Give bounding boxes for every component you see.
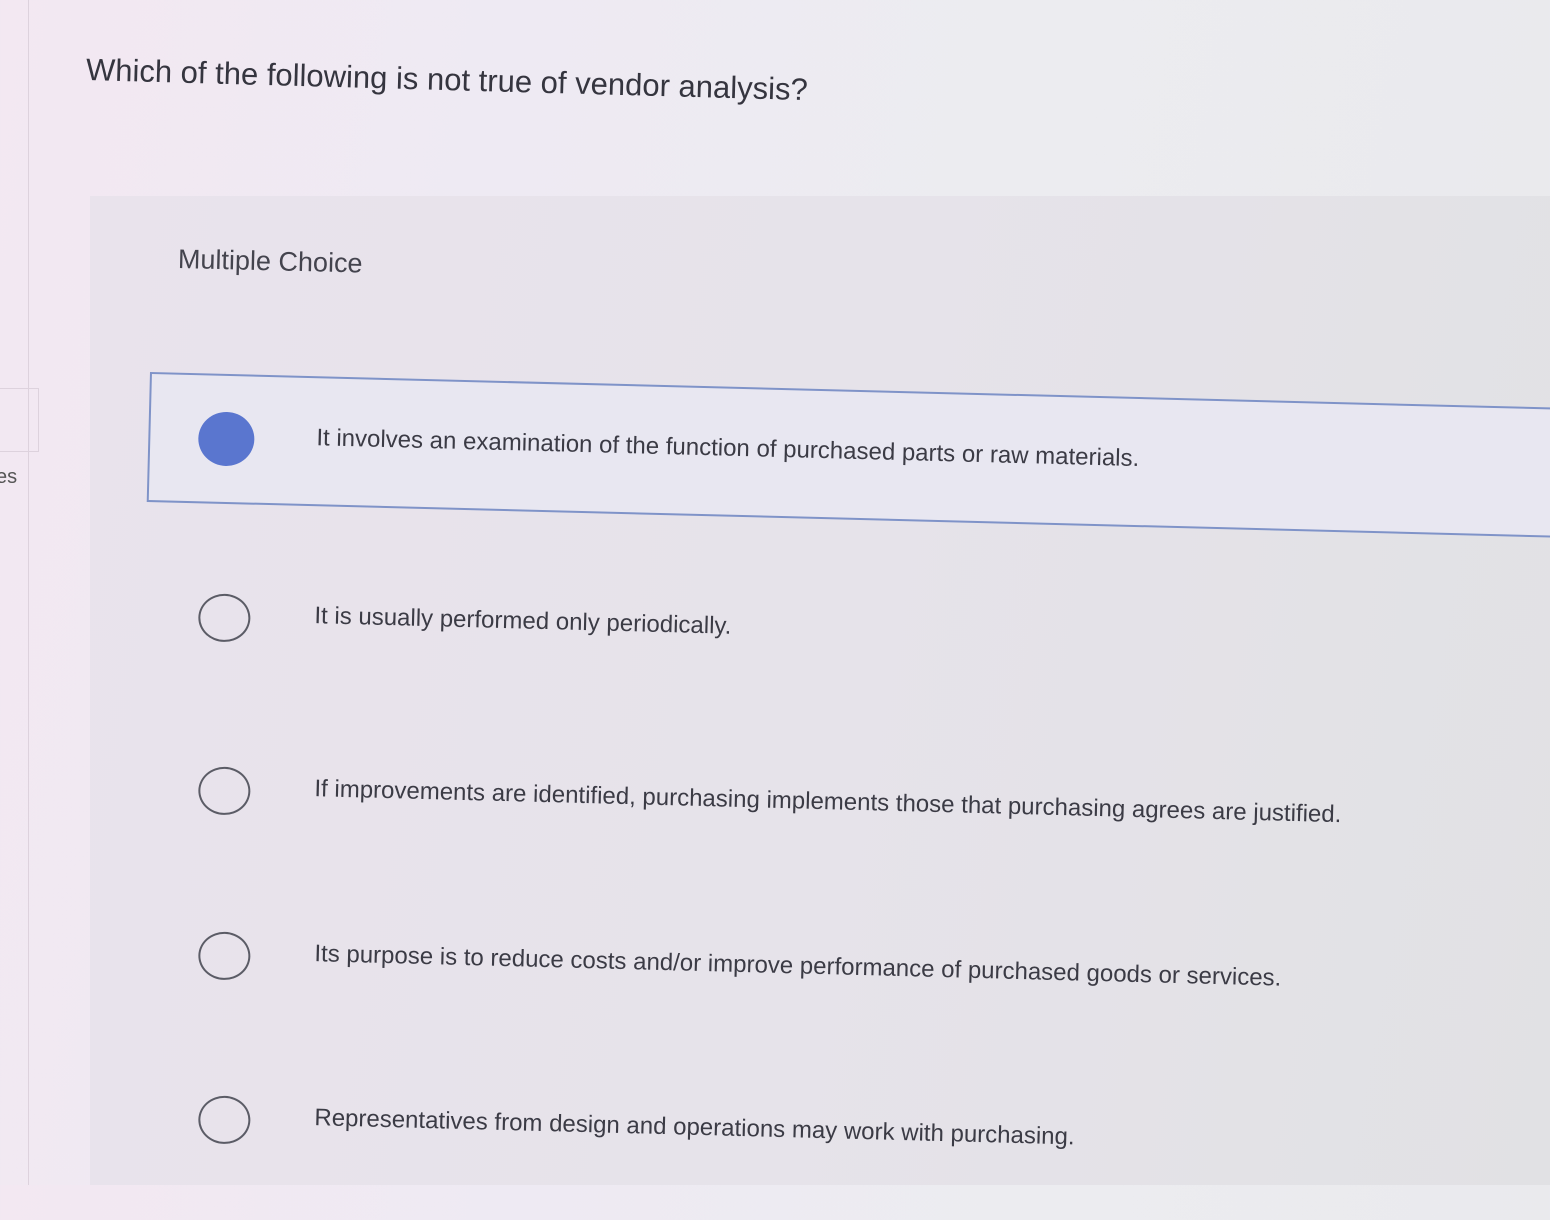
sidebar-stub[interactable]	[0, 388, 39, 452]
radio-empty-icon[interactable]	[197, 766, 251, 816]
radio-selected-icon[interactable]	[197, 411, 256, 467]
question-prompt: Which of the following is not true of ve…	[85, 52, 809, 108]
sidebar-edge-text: es	[0, 466, 18, 488]
answer-option-text: Representatives from design and operatio…	[314, 1104, 1075, 1151]
left-sidebar-edge: es	[0, 0, 39, 1185]
answer-option-text: It is usually performed only periodicall…	[314, 602, 732, 640]
radio-empty-icon[interactable]	[197, 1095, 251, 1145]
answer-option-text: It involves an examination of the functi…	[316, 424, 1140, 473]
radio-empty-icon[interactable]	[197, 931, 251, 981]
answer-option-text: Its purpose is to reduce costs and/or im…	[314, 940, 1282, 992]
radio-empty-icon[interactable]	[197, 593, 251, 643]
answer-option-text: If improvements are identified, purchasi…	[314, 775, 1342, 829]
question-type-label: Multiple Choice	[177, 244, 363, 279]
